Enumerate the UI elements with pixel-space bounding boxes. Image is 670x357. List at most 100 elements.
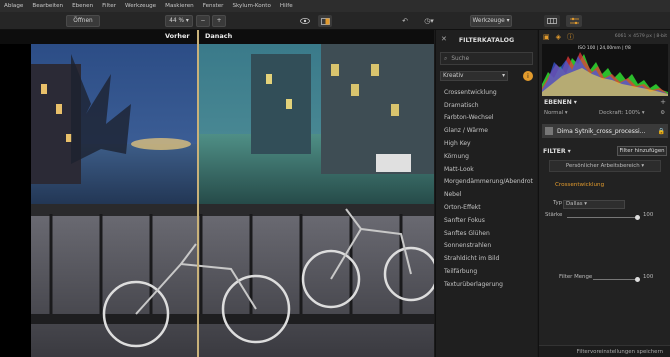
- strength-value: 100: [643, 212, 654, 218]
- amount-slider-handle[interactable]: [635, 277, 640, 282]
- filter-item[interactable]: Körnung: [436, 150, 537, 163]
- filter-item[interactable]: Teilfärbung: [436, 265, 537, 278]
- amount-label: Filter Menge: [559, 274, 593, 280]
- adjustments-sliders-icon[interactable]: [566, 15, 582, 27]
- layer-options: Normal ▾ Deckraft: 100% ▾ ⚙: [539, 110, 670, 120]
- opacity-dropdown[interactable]: Deckraft: 100% ▾: [599, 110, 645, 116]
- zoom-dropdown[interactable]: 44 % ▾: [165, 15, 193, 27]
- layers-header: EBENEN ▾ +: [539, 96, 670, 108]
- search-placeholder: Suche: [451, 55, 470, 62]
- gear-icon[interactable]: ⚙: [660, 110, 665, 116]
- filter-item[interactable]: Dramatisch: [436, 99, 537, 112]
- filter-catalog-panel: ✕ FILTERKATALOG ⌕ Suche Kreativ ▾ i Cros…: [435, 30, 537, 357]
- before-label: Vorher: [165, 32, 190, 40]
- image-info: 6061 × 4579 px | 8-bit: [614, 34, 667, 39]
- active-filter-title: Crossentwicklung: [555, 182, 605, 188]
- image-canvas[interactable]: Vorher Danach: [0, 30, 434, 357]
- chevron-down-icon: ▾: [506, 18, 510, 24]
- image-dimensions: 6061 × 4579 px: [614, 34, 652, 39]
- image-icon[interactable]: ▣: [543, 33, 550, 41]
- chevron-down-icon: ▾: [185, 18, 189, 24]
- category-row: Kreativ ▾ i: [440, 71, 533, 81]
- filter-list: Crossentwicklung Dramatisch Farbton-Wech…: [436, 86, 537, 291]
- strength-slider-handle[interactable]: [635, 215, 640, 220]
- filter-catalog-header: ✕ FILTERKATALOG: [436, 30, 537, 50]
- filter-item[interactable]: Sonnenstrahlen: [436, 240, 537, 253]
- menu-ebenen[interactable]: Ebenen: [72, 3, 93, 9]
- filter-title: FILTER: [543, 147, 566, 155]
- menu-bearbeiten[interactable]: Bearbeiten: [32, 3, 63, 9]
- open-button[interactable]: Öffnen: [66, 15, 100, 27]
- toolbar: Öffnen 44 % ▾ − + ↶ ◷▾ Werkzeuge ▾: [0, 12, 670, 30]
- chevron-down-icon[interactable]: ▾: [574, 99, 577, 106]
- undo-icon[interactable]: ↶: [398, 15, 412, 27]
- filter-item[interactable]: High Key: [436, 137, 537, 150]
- type-label: Typ: [553, 200, 563, 206]
- filter-item[interactable]: Orton-Effekt: [436, 201, 537, 214]
- compare-bar: Vorher Danach: [0, 30, 434, 44]
- amount-slider[interactable]: [593, 279, 637, 280]
- preview-eye-icon[interactable]: [298, 15, 312, 27]
- layer-item[interactable]: Dima Sytnik_cross_processi... 🔒: [542, 124, 668, 138]
- photo-preview: [31, 44, 434, 357]
- histogram: ISO 100 | 24,00mm | f/8: [542, 44, 668, 96]
- compare-split-handle[interactable]: [197, 30, 199, 357]
- history-icon[interactable]: ◷▾: [418, 15, 440, 27]
- menu-bar: Ablage Bearbeiten Ebenen Filter Werkzeug…: [0, 0, 670, 12]
- tools-label: Werkzeuge: [472, 18, 505, 24]
- filter-item[interactable]: Glanz / Wärme: [436, 124, 537, 137]
- filter-item[interactable]: Nebel: [436, 188, 537, 201]
- filter-item[interactable]: Crossentwicklung: [436, 86, 537, 99]
- type-dropdown[interactable]: Dallas ▾: [563, 200, 625, 209]
- search-icon: ⌕: [444, 54, 448, 62]
- filter-item[interactable]: Texturüberlagerung: [436, 278, 537, 291]
- compare-split-icon[interactable]: [318, 15, 332, 27]
- zoom-in-button[interactable]: +: [212, 15, 226, 27]
- filter-item[interactable]: Farbton-Wechsel: [436, 112, 537, 125]
- layers-icon[interactable]: ◈: [556, 33, 561, 41]
- menu-maskieren[interactable]: Maskieren: [165, 3, 194, 9]
- amount-row: Filter Menge 100: [539, 274, 670, 284]
- after-label: Danach: [205, 32, 233, 40]
- amount-value: 100: [643, 274, 654, 280]
- category-dropdown[interactable]: Kreativ ▾: [440, 71, 508, 81]
- strength-slider[interactable]: [567, 217, 637, 218]
- zoom-out-button[interactable]: −: [196, 15, 210, 27]
- strength-row: Stärke 100: [539, 212, 670, 222]
- exif-info: ISO 100 | 24,00mm | f/8: [578, 46, 631, 51]
- filter-catalog-title: FILTERKATALOG: [458, 36, 515, 44]
- right-panel: ▣ ◈ ⓘ 6061 × 4579 px | 8-bit ISO 100 | 2…: [538, 30, 670, 357]
- image-bitdepth: 8-bit: [656, 34, 667, 39]
- personal-workspace-dropdown[interactable]: Persönlicher Arbeitsbereich ▾: [549, 160, 661, 172]
- info-icon[interactable]: ⓘ: [567, 32, 574, 42]
- filter-item[interactable]: Strahldicht im Bild: [436, 252, 537, 265]
- type-row: Typ Dallas ▾: [539, 200, 670, 210]
- strength-label: Stärke: [545, 212, 563, 218]
- layer-name: Dima Sytnik_cross_processi...: [557, 127, 646, 135]
- menu-ablage[interactable]: Ablage: [4, 3, 23, 9]
- save-filter-presets-button[interactable]: Filtervoreinstellungen speichern: [539, 345, 670, 357]
- menu-fenster[interactable]: Fenster: [203, 3, 224, 9]
- filter-item[interactable]: Matt-Look: [436, 163, 537, 176]
- menu-hilfe[interactable]: Hilfe: [280, 3, 293, 9]
- info-icon[interactable]: i: [523, 71, 533, 81]
- layers-title: EBENEN: [544, 98, 572, 106]
- chevron-down-icon: ▾: [502, 73, 505, 79]
- chevron-down-icon[interactable]: ▾: [568, 148, 571, 155]
- zoom-value: 44 %: [169, 18, 184, 24]
- filter-item[interactable]: Sanftes Glühen: [436, 227, 537, 240]
- close-icon[interactable]: ✕: [441, 35, 447, 43]
- menu-skylum-konto[interactable]: Skylum-Konto: [232, 3, 270, 9]
- tools-dropdown[interactable]: Werkzeuge ▾: [470, 15, 512, 27]
- filter-search-input[interactable]: ⌕ Suche: [440, 52, 533, 65]
- menu-filter[interactable]: Filter: [102, 3, 116, 9]
- filter-item[interactable]: Morgendämmerung/Abendrot: [436, 176, 537, 189]
- category-value: Kreativ: [443, 73, 464, 79]
- add-filter-button[interactable]: Filter hinzufügen: [617, 146, 667, 156]
- blend-mode-dropdown[interactable]: Normal ▾: [544, 110, 568, 116]
- layout-grid-icon[interactable]: [544, 15, 560, 27]
- lock-icon[interactable]: 🔒: [658, 128, 665, 135]
- menu-werkzeuge[interactable]: Werkzeuge: [125, 3, 156, 9]
- filter-item[interactable]: Sanfter Fokus: [436, 214, 537, 227]
- add-layer-icon[interactable]: +: [660, 98, 666, 106]
